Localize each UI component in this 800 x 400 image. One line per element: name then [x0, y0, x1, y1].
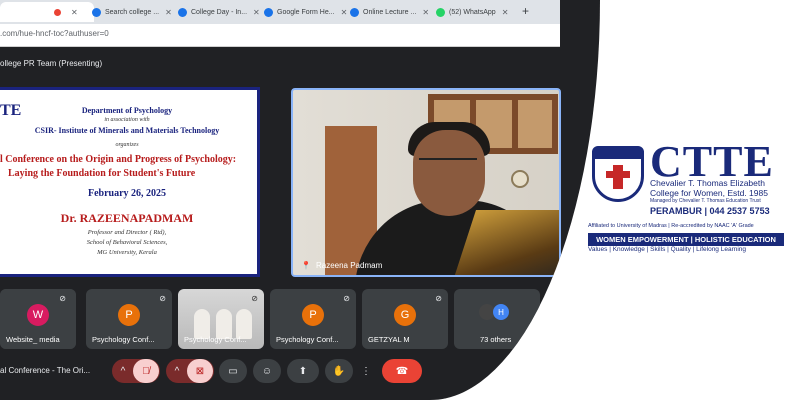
tab-label: Search college ... — [105, 8, 160, 16]
avatar: W — [27, 304, 49, 326]
speaker-video-tile[interactable]: 📍 Razeena Padmam — [291, 88, 561, 277]
logo-tagline: WOMEN EMPOWERMENT | HOLISTIC EDUCATION — [588, 233, 784, 246]
speaker-name-tag: 📍 Razeena Padmam — [301, 261, 382, 270]
wall-clock — [511, 170, 529, 188]
participant-tile[interactable]: ⊘ P Psychology Conf... — [86, 289, 172, 349]
close-tab-icon[interactable]: ✕ — [165, 8, 172, 17]
captions-button[interactable]: ▭ — [219, 359, 247, 383]
end-call-button[interactable]: ☎ — [382, 359, 422, 383]
url-text: .com/hue-hncf-toc?authuser=0 — [0, 29, 109, 38]
close-tab-icon[interactable]: ✕ — [502, 8, 509, 17]
logo-place-phone: PERAMBUR | 044 2537 5753 — [650, 206, 770, 216]
tab-online-lecture[interactable]: Online Lecture ... ✕ — [350, 2, 429, 22]
participant-name: GETZYAL M — [368, 335, 410, 344]
close-tab-icon[interactable]: ✕ — [71, 8, 78, 17]
globe-icon — [178, 7, 187, 17]
speaker-glasses — [419, 158, 477, 172]
chevron-up-icon[interactable]: ^ — [167, 366, 187, 377]
emoji-icon: ☺ — [261, 365, 273, 377]
logo-trust: Managed by Chevalier T. Thomas Education… — [650, 198, 761, 204]
others-count: 73 others — [480, 335, 512, 344]
tab-active[interactable]: ✕ — [0, 2, 94, 22]
tab-college-day[interactable]: College Day - In... ✕ — [178, 2, 260, 22]
presenting-label: ollege PR Team (Presenting) — [0, 59, 103, 68]
info-icon[interactable]: i — [508, 364, 522, 378]
tab-label: (52) WhatsApp — [449, 8, 496, 16]
participant-name: Psychology Conf... — [184, 335, 247, 344]
close-tab-icon[interactable]: ✕ — [341, 8, 348, 17]
camera-control[interactable]: ^ ⊠ — [166, 359, 214, 383]
hand-icon: ✋ — [332, 365, 346, 377]
participant-name: Psychology Conf... — [276, 335, 339, 344]
slide-conference-title: l Conference on the Origin and Progress … — [0, 154, 237, 165]
slide-department: Department of Psychology — [81, 106, 173, 115]
tab-label: Online Lecture ... — [363, 8, 417, 16]
tab-search-college[interactable]: Search college ... ✕ — [92, 2, 172, 22]
browser-tab-bar: ✕ Search college ... ✕ College Day - In.… — [0, 0, 560, 24]
present-screen-icon: ⬆ — [298, 365, 308, 377]
mic-control[interactable]: ^ 🎙̸ — [112, 359, 160, 383]
close-tab-icon[interactable]: ✕ — [422, 8, 429, 17]
slide-university: MG University, Kerala — [97, 249, 157, 256]
others-tile[interactable]: H 73 others — [454, 289, 540, 349]
avatar: P — [118, 304, 140, 326]
avatar: H — [493, 304, 509, 320]
globe-icon — [264, 7, 273, 17]
new-tab-button[interactable]: + — [522, 4, 529, 18]
tab-google-form[interactable]: Google Form He... ✕ — [264, 2, 347, 22]
raise-hand-button[interactable]: ✋ — [325, 359, 353, 383]
emoji-button[interactable]: ☺ — [253, 359, 281, 383]
speaker-name: Razeena Padmam — [315, 261, 383, 270]
slide-school: School of Behavioral Sciences, — [86, 239, 168, 246]
participant-name: Psychology Conf... — [92, 335, 155, 344]
tab-label: Google Form He... — [277, 8, 335, 16]
logo-affiliation: Affiliated to University of Madras | Re-… — [588, 223, 754, 229]
slide-conference-subtitle: Laying the Foundation for Student's Futu… — [8, 168, 196, 179]
recording-icon — [54, 8, 61, 16]
slide-speaker: Dr. RAZEENAPADMAM — [60, 211, 194, 225]
whatsapp-icon — [436, 7, 445, 17]
mic-off-icon: ⊘ — [159, 294, 166, 303]
speaker-face — [413, 130, 485, 216]
slide-institute: CSIR- Institute of Minerals and Material… — [34, 126, 220, 135]
present-button[interactable]: ⬆ — [287, 359, 319, 383]
mic-off-icon[interactable]: 🎙̸ — [133, 359, 159, 383]
globe-icon — [92, 7, 101, 17]
slide-organizes: organizes — [115, 142, 139, 148]
pin-icon: 📍 — [301, 261, 311, 270]
more-options-button[interactable]: ⋮ — [358, 359, 374, 383]
address-bar[interactable]: .com/hue-hncf-toc?authuser=0 — [0, 24, 560, 47]
screen-capture: ✕ Search college ... ✕ College Day - In.… — [0, 0, 600, 400]
tab-label: College Day - In... — [191, 8, 248, 16]
mic-off-icon: ⊘ — [343, 294, 350, 303]
participant-tile-video[interactable]: ⊘ Psychology Conf... — [178, 289, 264, 349]
college-logo: CTTE Chevalier T. Thomas Elizabeth Colle… — [588, 137, 788, 260]
chevron-up-icon[interactable]: ^ — [113, 366, 133, 377]
camera-off-icon[interactable]: ⊠ — [187, 359, 213, 383]
avatar: P — [302, 304, 324, 326]
captions-icon: ▭ — [228, 365, 238, 377]
mic-off-icon: ⊘ — [251, 294, 258, 303]
phone-hangup-icon: ☎ — [395, 365, 409, 377]
mic-off-icon: ⊘ — [435, 294, 442, 303]
logo-values: Values | Knowledge | Skills | Quality | … — [588, 246, 747, 253]
participant-name: Website_ media — [6, 335, 60, 344]
avatar: G — [394, 304, 416, 326]
participant-tile[interactable]: ⊘ W Website_ media — [0, 289, 76, 349]
logo-college-line2: College for Women, Estd. 1985 — [650, 188, 768, 198]
presentation-slide: TE Department of Psychology in associati… — [0, 87, 260, 277]
globe-icon — [350, 7, 359, 17]
college-crest — [592, 146, 644, 202]
slide-designation: Professor and Director ( Rtd), — [87, 229, 167, 236]
slide-association: in association with — [104, 117, 150, 123]
participant-tile[interactable]: ⊘ G GETZYAL M — [362, 289, 448, 349]
meeting-title: al Conference - The Ori... — [0, 366, 91, 375]
mic-off-icon: ⊘ — [59, 294, 66, 303]
participant-tile[interactable]: ⊘ P Psychology Conf... — [270, 289, 356, 349]
slide-date: February 26, 2025 — [87, 188, 167, 199]
tab-whatsapp[interactable]: (52) WhatsApp ✕ — [436, 2, 508, 22]
logo-college-line1: Chevalier T. Thomas Elizabeth — [650, 178, 765, 188]
more-vert-icon: ⋮ — [361, 365, 371, 377]
close-tab-icon[interactable]: ✕ — [253, 8, 260, 17]
